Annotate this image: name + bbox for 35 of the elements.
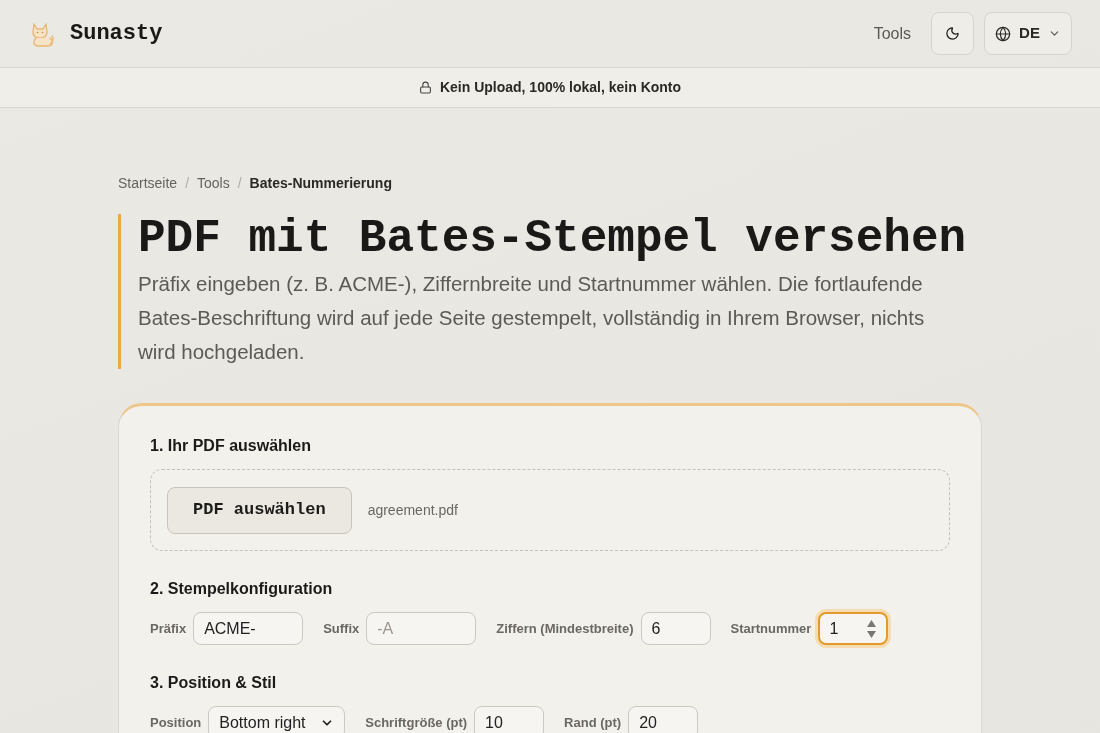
brand-name[interactable]: Sunasty (70, 17, 163, 50)
tools-link[interactable]: Tools (873, 21, 911, 46)
breadcrumb-link[interactable]: Tools (197, 173, 230, 193)
number-input[interactable]: 20 (628, 706, 699, 733)
page-description: Präfix eingeben (z. B. ACME-), Ziffernbreite und Startnummer wählen. Die fortlaufende Bates-Beschriftung wird auf jede Seite gestempelt, vollständig in Ihrem Browser, nichts wird hochgeladen. (138, 271, 926, 365)
page-title: PDF mit Bates-Stempel versehen (138, 214, 968, 264)
field-label: Rand (pt) (564, 713, 622, 732)
language-button[interactable]: DE (984, 12, 1072, 55)
moon-icon (945, 26, 960, 41)
section-heading: 2. Stempelkonfiguration (150, 579, 334, 599)
theme-toggle-button[interactable] (931, 12, 974, 55)
breadcrumb-separator: / (237, 174, 242, 193)
field-label: Position (150, 713, 202, 732)
number-input[interactable]: 1 (818, 612, 889, 645)
position-select[interactable]: Bottom right (208, 706, 346, 733)
breadcrumb-link[interactable]: Startseite (118, 173, 178, 193)
spinner-arrows-icon[interactable] (866, 618, 878, 639)
file-name: agreement.pdf (367, 500, 458, 520)
field-label: Schriftgröße (pt) (365, 713, 468, 732)
field-label: Suffix (323, 619, 360, 638)
field-label: Präfix (150, 619, 187, 638)
choose-pdf-button[interactable]: PDF auswählen (167, 486, 352, 534)
file-drop-zone[interactable]: PDF auswählen agreement.pdf (150, 469, 950, 551)
field-label: Ziffern (Mindestbreite) (496, 619, 634, 638)
number-input[interactable]: 10 (474, 706, 545, 733)
section-heading: 1. Ihr PDF auswählen (150, 436, 312, 456)
text-input[interactable]: ACME- (193, 612, 304, 645)
section-heading: 3. Position & Stil (150, 673, 278, 693)
banner-text: Kein Upload, 100% lokal, kein Konto (439, 78, 682, 97)
breadcrumb-separator: / (185, 174, 190, 193)
number-input[interactable]: 6 (640, 612, 711, 645)
field-label: Startnummer (730, 619, 812, 638)
lock-icon (418, 81, 432, 94)
breadcrumb-current: Bates-Nummerierung (249, 174, 392, 193)
globe-icon (995, 25, 1012, 42)
